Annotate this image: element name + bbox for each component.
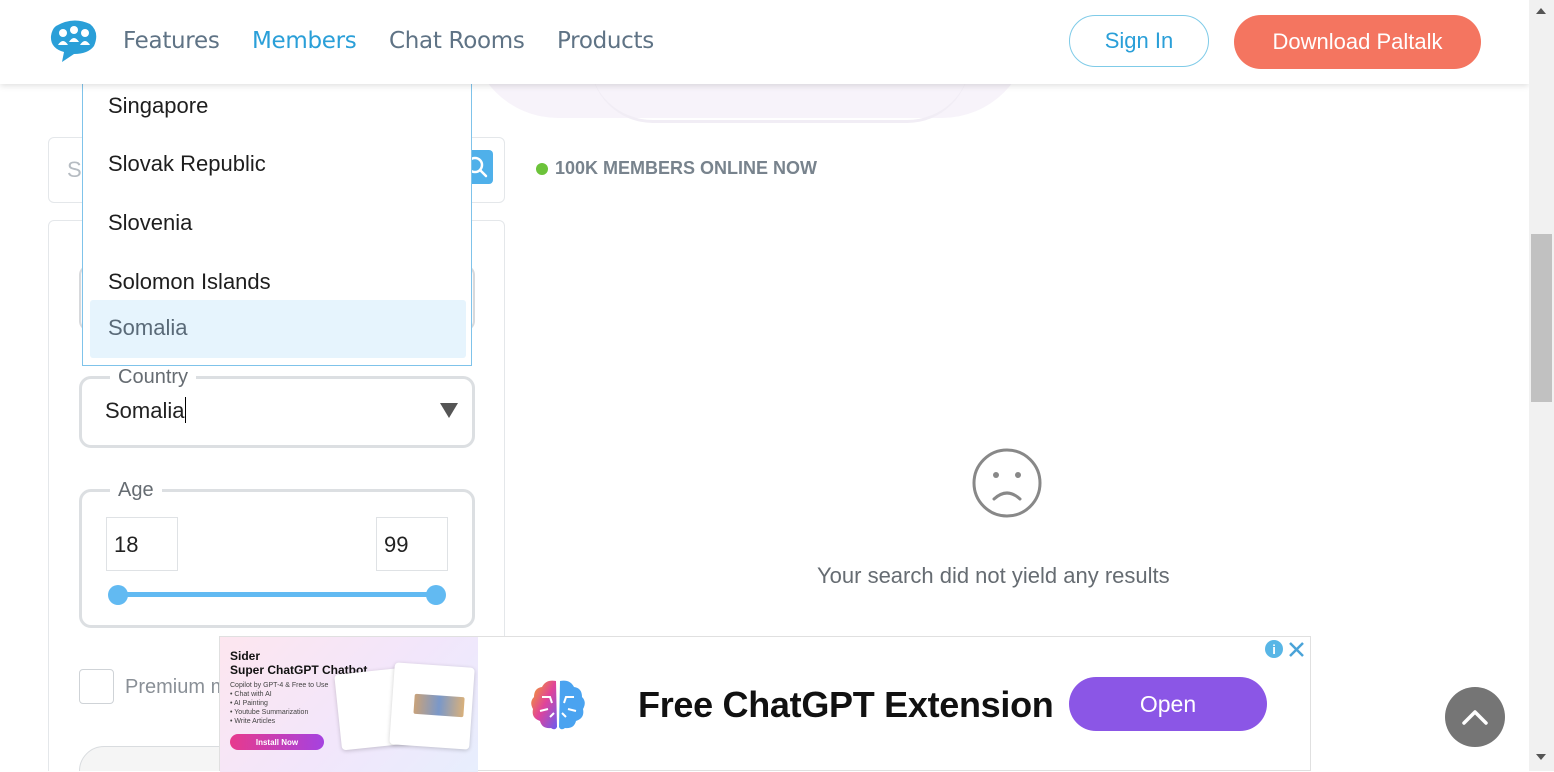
ad-headline[interactable]: Free ChatGPT Extension [638, 684, 1054, 726]
ad-screenshot [389, 662, 475, 750]
age-range-slider-track[interactable] [116, 592, 436, 597]
ad-feature-line: • Youtube Summarization [230, 709, 309, 716]
country-label: Country [118, 366, 189, 388]
ad-banner[interactable]: Sider Super ChatGPT Chatbot Copilot by G… [219, 636, 1311, 772]
ad-feature-line: • Chat with AI [230, 691, 272, 698]
text-cursor [185, 397, 187, 423]
sign-in-button[interactable]: Sign In [1069, 15, 1209, 67]
online-dot-icon [536, 162, 548, 175]
dropdown-option[interactable]: Singapore [90, 78, 466, 136]
ad-open-button[interactable]: Open [1069, 677, 1267, 731]
online-status-text: 100K MEMBERS ONLINE NOW [555, 158, 818, 178]
nav-products[interactable]: Products [557, 28, 654, 54]
dropdown-option[interactable]: Slovak Republic [90, 136, 466, 194]
scroll-down-arrow-icon[interactable] [1536, 754, 1546, 760]
ad-feature-line: • AI Painting [230, 700, 268, 707]
brain-icon [528, 677, 588, 733]
paltalk-logo-icon[interactable] [48, 18, 98, 64]
nav-features[interactable]: Features [123, 28, 220, 54]
dropdown-option-highlighted[interactable]: Somalia [90, 300, 466, 358]
no-results-message: Your search did not yield any results [817, 563, 1170, 588]
nav-members[interactable]: Members [252, 28, 357, 54]
site-header: Features Members Chat Rooms Products Sig… [0, 0, 1529, 84]
age-min-slider-handle[interactable] [108, 585, 128, 605]
ad-feature-line: • Write Articles [230, 718, 276, 725]
chevron-up-icon [1462, 710, 1488, 725]
ad-close-icon[interactable] [1286, 639, 1307, 660]
ad-install-button[interactable]: Install Now [230, 734, 324, 750]
search-placeholder: S [67, 157, 82, 182]
premium-members-checkbox[interactable] [79, 669, 114, 704]
age-max-input[interactable]: 99 [376, 517, 448, 571]
country-dropdown-list: Singapore Slovak Republic Slovenia Solom… [82, 70, 472, 366]
scroll-up-arrow-icon[interactable] [1536, 8, 1546, 14]
ad-info-icon[interactable]: i [1265, 640, 1283, 658]
age-max-slider-handle[interactable] [426, 585, 446, 605]
download-paltalk-button[interactable]: Download Paltalk [1234, 15, 1481, 69]
age-min-input[interactable]: 18 [106, 517, 178, 571]
ad-image[interactable]: Sider Super ChatGPT Chatbot Copilot by G… [220, 637, 478, 772]
country-input-value[interactable]: Somalia [105, 397, 187, 424]
online-status: 100K MEMBERS ONLINE NOW [536, 158, 817, 179]
ad-feature-line: Copilot by GPT-4 & Free to Use [230, 682, 329, 689]
dropdown-arrow-icon[interactable] [440, 403, 458, 418]
age-label: Age [118, 479, 154, 501]
scrollbar-thumb[interactable] [1531, 234, 1552, 402]
dropdown-option[interactable]: Slovenia [90, 195, 466, 253]
ad-brand: Sider [230, 649, 261, 663]
sad-face-icon [971, 447, 1043, 519]
scroll-to-top-button[interactable] [1445, 687, 1505, 747]
nav-chat-rooms[interactable]: Chat Rooms [389, 28, 525, 54]
premium-members-label: Premium m [125, 676, 228, 698]
ad-feature-list: Copilot by GPT-4 & Free to Use • Chat wi… [230, 681, 328, 726]
